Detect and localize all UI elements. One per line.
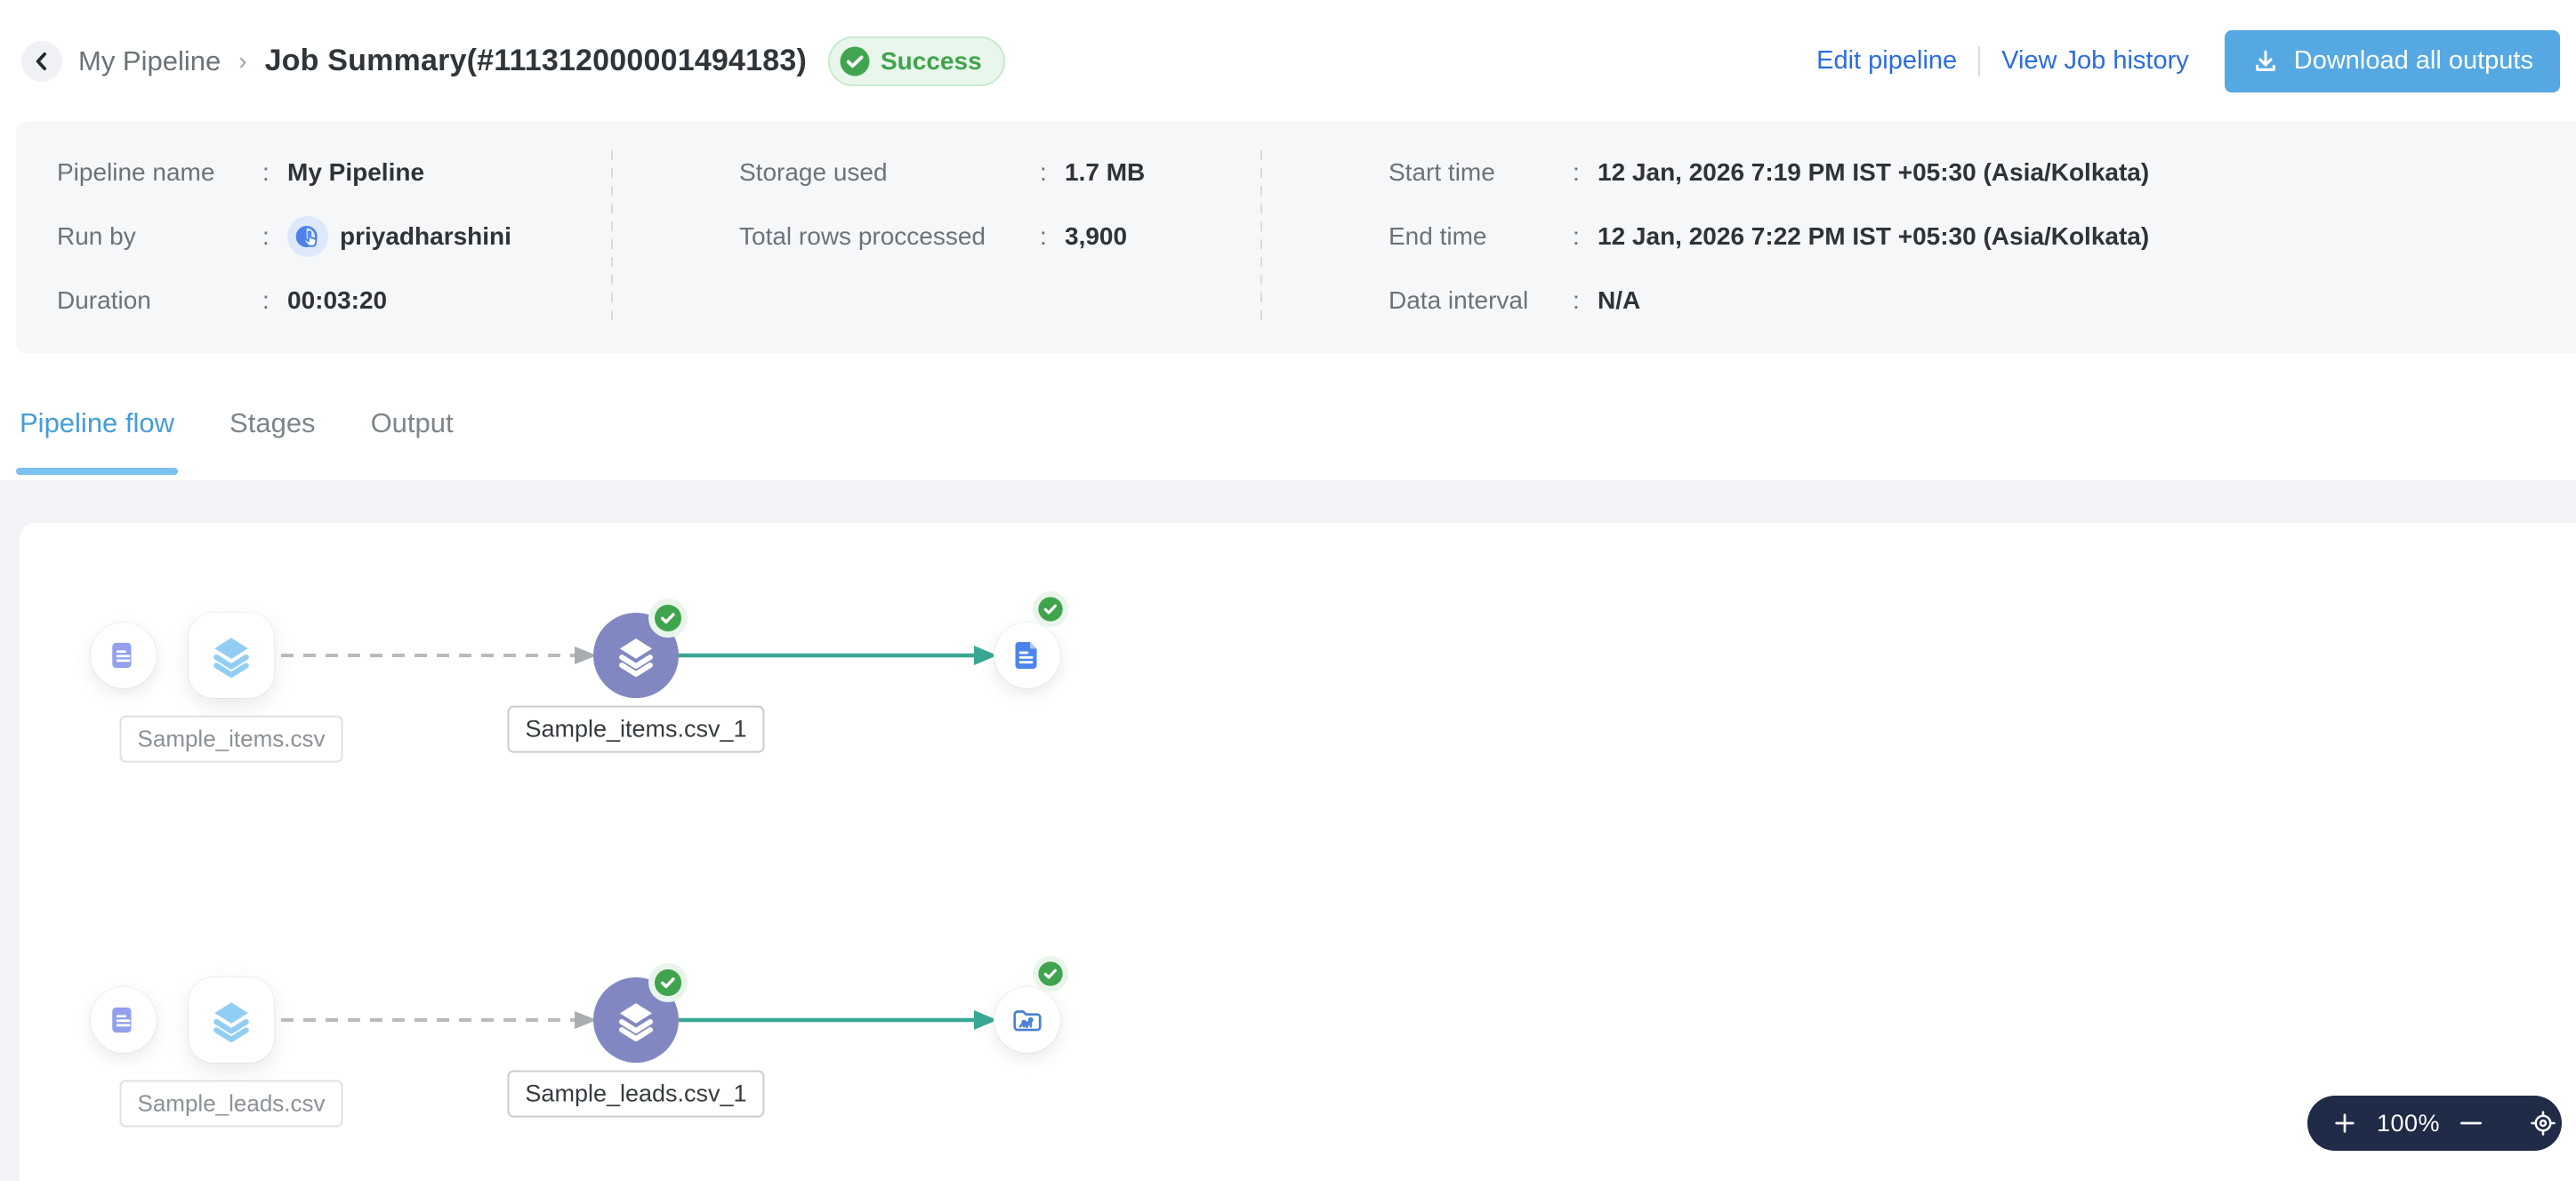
success-check-icon <box>839 45 871 77</box>
summary-row-start-time: Start time : 12 Jan, 2026 7:19 PM IST +0… <box>1389 141 2149 205</box>
source-stage-node[interactable] <box>189 977 274 1063</box>
zoom-controls: 100% <box>2307 1096 2562 1151</box>
view-job-history-link[interactable]: View Job history <box>2001 46 2189 76</box>
pipeline-flow-section: Sample_items.csv Sample_items.csv_1 <box>0 480 2576 1181</box>
document-icon <box>1011 639 1043 671</box>
solid-connector <box>679 1008 999 1032</box>
tab-bar: Pipeline flow Stages Output <box>0 353 2576 480</box>
header: My Pipeline › Job Summary(#1113120000014… <box>0 0 2576 122</box>
download-button-label: Download all outputs <box>2294 46 2533 76</box>
download-all-outputs-button[interactable]: Download all outputs <box>2225 30 2560 92</box>
pipeline-flow-canvas[interactable]: Sample_items.csv Sample_items.csv_1 <box>20 523 2576 1181</box>
success-check-icon <box>648 599 688 638</box>
summary-column-1: Pipeline name : My Pipeline Run by : pri… <box>57 141 511 333</box>
summary-row-storage-used: Storage used : 1.7 MB <box>739 141 1145 205</box>
run-by-icon <box>287 216 328 257</box>
fit-to-screen-icon[interactable] <box>2529 1109 2557 1137</box>
field-value: priyadharshini <box>340 222 511 251</box>
page-title: Job Summary(#111312000001494183) <box>265 44 807 78</box>
folder-chart-icon <box>1010 1003 1044 1037</box>
success-check-icon <box>1033 591 1068 627</box>
stage-node-label: Sample_leads.csv_1 <box>507 1071 764 1118</box>
field-label: Total rows proccessed <box>739 222 1040 251</box>
zoom-out-button[interactable] <box>2456 1109 2486 1137</box>
layers-icon <box>615 999 657 1041</box>
status-label: Success <box>881 47 982 76</box>
field-value: 00:03:20 <box>287 286 387 315</box>
edit-pipeline-link[interactable]: Edit pipeline <box>1816 46 1957 76</box>
divider <box>1260 150 1262 326</box>
field-value: 12 Jan, 2026 7:22 PM IST +05:30 (Asia/Ko… <box>1598 222 2149 251</box>
job-summary-panel: Pipeline name : My Pipeline Run by : pri… <box>16 122 2576 353</box>
source-file-node[interactable] <box>91 987 157 1053</box>
dashed-connector <box>279 644 600 667</box>
source-stage-node[interactable] <box>189 613 274 698</box>
zoom-in-button[interactable] <box>2330 1109 2359 1137</box>
summary-row-total-rows: Total rows proccessed : 3,900 <box>739 205 1145 269</box>
field-label: Run by <box>57 222 262 251</box>
field-value: 1.7 MB <box>1065 158 1145 187</box>
summary-row-run-by: Run by : priyadharshini <box>57 205 511 269</box>
download-icon <box>2251 47 2280 76</box>
output-node[interactable] <box>994 623 1060 688</box>
field-label: Duration <box>57 286 262 315</box>
zoom-level: 100% <box>2377 1110 2440 1137</box>
summary-row-pipeline-name: Pipeline name : My Pipeline <box>57 141 511 205</box>
chevron-left-icon <box>28 48 55 75</box>
output-node[interactable] <box>994 987 1060 1053</box>
solid-connector <box>679 644 999 667</box>
divider <box>611 150 613 326</box>
tab-pipeline-flow[interactable]: Pipeline flow <box>18 366 176 480</box>
back-button[interactable] <box>21 41 62 82</box>
field-value: 3,900 <box>1065 222 1127 251</box>
tab-output[interactable]: Output <box>369 366 455 480</box>
success-check-icon <box>1033 956 1068 992</box>
summary-row-duration: Duration : 00:03:20 <box>57 269 511 333</box>
document-icon <box>109 1005 139 1035</box>
breadcrumb-separator: › <box>238 47 246 76</box>
success-check-icon <box>648 963 688 1002</box>
layers-icon <box>615 634 657 677</box>
document-icon <box>109 640 139 671</box>
field-label: Data interval <box>1389 286 1573 315</box>
summary-column-2: Storage used : 1.7 MB Total rows procces… <box>739 141 1145 269</box>
divider <box>1978 46 1980 76</box>
field-label: Pipeline name <box>57 158 262 187</box>
status-badge: Success <box>828 36 1005 86</box>
stage-node-label: Sample_items.csv_1 <box>507 706 764 753</box>
field-label: Storage used <box>739 158 1040 187</box>
field-value: 12 Jan, 2026 7:19 PM IST +05:30 (Asia/Ko… <box>1598 158 2149 187</box>
dashed-connector <box>279 1008 600 1032</box>
breadcrumb[interactable]: My Pipeline <box>78 45 221 77</box>
field-label: End time <box>1389 222 1573 251</box>
source-node-label: Sample_items.csv <box>120 716 343 763</box>
field-label: Start time <box>1389 158 1573 187</box>
field-value: N/A <box>1598 286 1640 315</box>
summary-row-data-interval: Data interval : N/A <box>1389 269 2149 333</box>
source-node-label: Sample_leads.csv <box>120 1081 343 1128</box>
field-value: My Pipeline <box>287 158 424 187</box>
layers-icon <box>209 998 254 1042</box>
layers-icon <box>209 633 254 678</box>
source-file-node[interactable] <box>91 623 157 688</box>
tab-stages[interactable]: Stages <box>228 366 318 480</box>
summary-column-3: Start time : 12 Jan, 2026 7:19 PM IST +0… <box>1389 141 2149 333</box>
summary-row-end-time: End time : 12 Jan, 2026 7:22 PM IST +05:… <box>1389 205 2149 269</box>
